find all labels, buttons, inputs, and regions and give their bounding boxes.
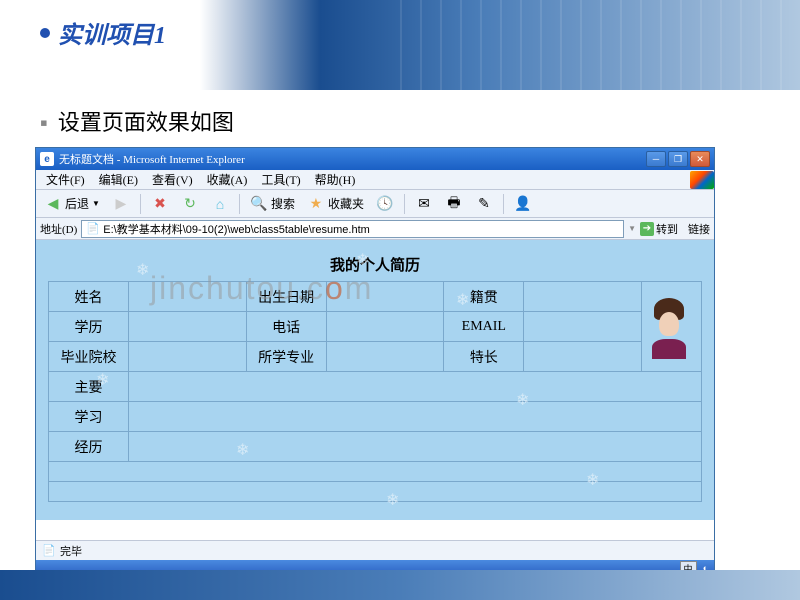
label-education: 学历: [49, 312, 129, 342]
label-name: 姓名: [49, 282, 129, 312]
table-row: 主要: [49, 372, 702, 402]
edit-icon: ✎: [475, 195, 493, 213]
resume-page: ❄ ❄ ❄ ❄ ❄ ❄ ❄ ❄ 我的个人简历 姓名 出生日期 籍贯: [36, 240, 714, 520]
print-button[interactable]: 🖶: [441, 193, 467, 215]
menu-view[interactable]: 查看(V): [146, 169, 199, 190]
page-icon: 📄: [86, 222, 100, 236]
label-major: 所学专业: [246, 342, 326, 372]
addressbar: 地址(D) 📄 E:\教学基本材料\09-10(2)\web\class5tab…: [36, 218, 714, 240]
bullet-icon: [40, 28, 50, 38]
label-study: 学习: [49, 402, 129, 432]
menu-edit[interactable]: 编辑(E): [93, 169, 144, 190]
statusbar: 📄 完毕: [36, 540, 714, 560]
slide-title-text: 实训项目1: [58, 15, 166, 50]
menu-file[interactable]: 文件(F): [40, 169, 91, 190]
forward-button[interactable]: ▶: [108, 193, 134, 215]
table-row: 学历 电话 EMAIL: [49, 312, 702, 342]
close-button[interactable]: ✕: [690, 151, 710, 167]
messenger-icon: 👤: [514, 195, 532, 213]
back-icon: ◀: [44, 195, 62, 213]
refresh-icon: ↻: [181, 195, 199, 213]
mail-button[interactable]: ✉: [411, 193, 437, 215]
label-experience: 经历: [49, 432, 129, 462]
messenger-button[interactable]: 👤: [510, 193, 536, 215]
slide-footer: [0, 570, 800, 600]
label-email: EMAIL: [444, 312, 524, 342]
chevron-down-icon: ▼: [92, 199, 100, 208]
search-icon: 🔍: [250, 195, 268, 213]
titlebar[interactable]: e 无标题文档 - Microsoft Internet Explorer ─ …: [36, 148, 714, 170]
slide-subtitle: ▪设置页面效果如图: [40, 105, 800, 137]
address-text: E:\教学基本材料\09-10(2)\web\class5table\resum…: [103, 221, 370, 237]
print-icon: 🖶: [445, 195, 463, 213]
label-specialty: 特长: [444, 342, 524, 372]
label-phone: 电话: [246, 312, 326, 342]
table-row: 姓名 出生日期 籍贯: [49, 282, 702, 312]
address-input[interactable]: 📄 E:\教学基本材料\09-10(2)\web\class5table\res…: [81, 220, 624, 238]
favorites-button[interactable]: ★ 收藏夹: [303, 193, 368, 215]
forward-icon: ▶: [112, 195, 130, 213]
address-label: 地址(D): [40, 221, 77, 237]
dropdown-icon[interactable]: ▼: [628, 224, 636, 233]
table-row: [49, 482, 702, 502]
table-row: 学习: [49, 402, 702, 432]
table-row: 经历: [49, 432, 702, 462]
content-area[interactable]: ❄ ❄ ❄ ❄ ❄ ❄ ❄ ❄ 我的个人简历 姓名 出生日期 籍贯: [36, 240, 714, 540]
stop-button[interactable]: ✖: [147, 193, 173, 215]
slide-header: 实训项目1: [0, 0, 800, 90]
links-label[interactable]: 链接: [688, 221, 710, 237]
history-icon: 🕓: [376, 195, 394, 213]
refresh-button[interactable]: ↻: [177, 193, 203, 215]
menu-favorites[interactable]: 收藏(A): [201, 169, 254, 190]
window-title: 无标题文档 - Microsoft Internet Explorer: [59, 151, 646, 167]
browser-window: e 无标题文档 - Microsoft Internet Explorer ─ …: [35, 147, 715, 577]
menu-help[interactable]: 帮助(H): [309, 169, 362, 190]
label-main: 主要: [49, 372, 129, 402]
go-arrow-icon: ➔: [640, 222, 654, 236]
toolbar: ◀ 后退 ▼ ▶ ✖ ↻ ⌂ 🔍 搜索 ★ 收藏夹 🕓 ✉ 🖶 ✎ 👤: [36, 190, 714, 218]
slide-title: 实训项目1: [40, 15, 800, 50]
status-text: 完毕: [60, 543, 82, 559]
search-button[interactable]: 🔍 搜索: [246, 193, 299, 215]
label-dob: 出生日期: [246, 282, 326, 312]
stop-icon: ✖: [151, 195, 169, 213]
windows-logo-icon: [690, 171, 714, 189]
minimize-button[interactable]: ─: [646, 151, 666, 167]
table-row: [49, 462, 702, 482]
table-row: 毕业院校 所学专业 特长: [49, 342, 702, 372]
history-button[interactable]: 🕓: [372, 193, 398, 215]
label-origin: 籍贯: [444, 282, 524, 312]
done-icon: 📄: [42, 544, 56, 558]
ie-icon: e: [40, 152, 54, 166]
maximize-button[interactable]: ❐: [668, 151, 688, 167]
mail-icon: ✉: [415, 195, 433, 213]
menubar: 文件(F) 编辑(E) 查看(V) 收藏(A) 工具(T) 帮助(H): [36, 170, 714, 190]
home-icon: ⌂: [211, 195, 229, 213]
back-button[interactable]: ◀ 后退 ▼: [40, 193, 104, 215]
label-school: 毕业院校: [49, 342, 129, 372]
portrait-photo: [644, 294, 694, 359]
menu-tools[interactable]: 工具(T): [255, 169, 306, 190]
edit-button[interactable]: ✎: [471, 193, 497, 215]
resume-title: 我的个人简历: [48, 248, 702, 281]
go-button[interactable]: ➔ 转到: [640, 221, 678, 237]
star-icon: ★: [307, 195, 325, 213]
home-button[interactable]: ⌂: [207, 193, 233, 215]
resume-table: 姓名 出生日期 籍贯 学历 电话: [48, 281, 702, 502]
square-bullet-icon: ▪: [40, 110, 48, 135]
photo-cell: [642, 282, 702, 372]
